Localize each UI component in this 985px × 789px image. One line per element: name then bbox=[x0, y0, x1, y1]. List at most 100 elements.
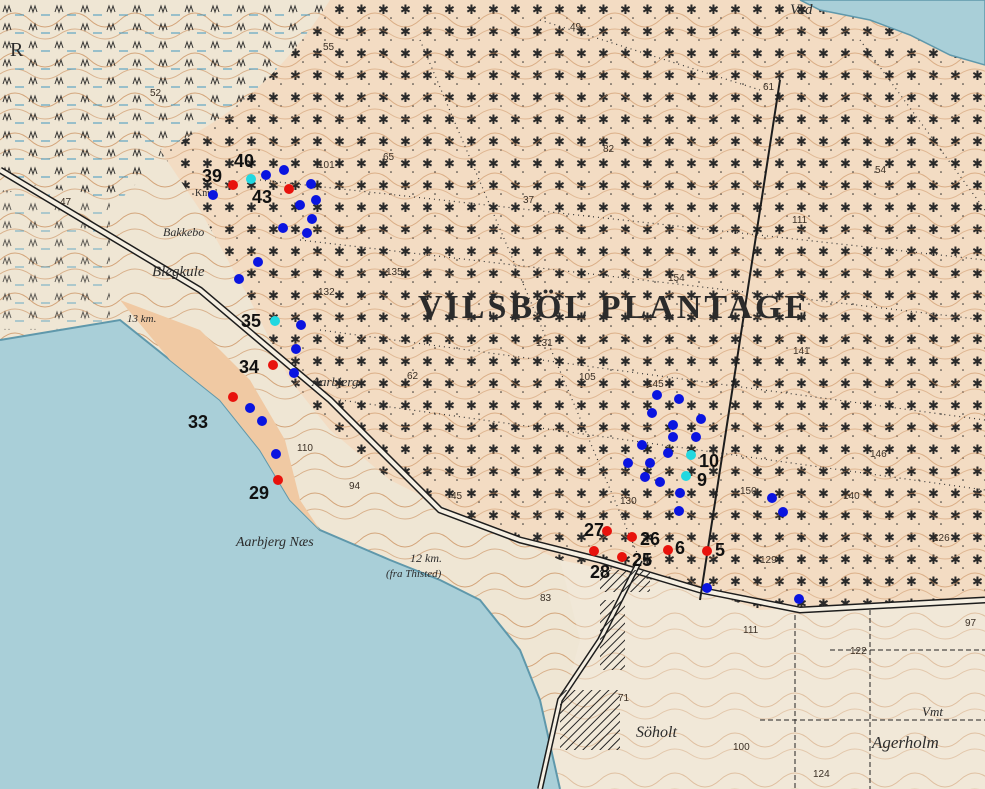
elevation-label: 130 bbox=[620, 496, 637, 507]
sample-point-blue[interactable] bbox=[306, 179, 316, 189]
elevation-label: 150 bbox=[740, 486, 757, 497]
point-label-25: 25 bbox=[632, 550, 652, 570]
label-vad: Vad bbox=[790, 2, 813, 18]
sample-point-blue[interactable] bbox=[691, 432, 701, 442]
sample-point-cyan[interactable] bbox=[686, 450, 696, 460]
elevation-label: 94 bbox=[349, 481, 361, 492]
elevation-label: 55 bbox=[323, 42, 335, 53]
sample-point-blue[interactable] bbox=[702, 583, 712, 593]
sample-point-blue[interactable] bbox=[675, 488, 685, 498]
point-label-43: 43 bbox=[252, 187, 272, 207]
elevation-label: 45 bbox=[451, 491, 463, 502]
elevation-label: 145 bbox=[647, 379, 664, 390]
sample-point-red[interactable] bbox=[273, 475, 283, 485]
sample-point-cyan[interactable] bbox=[270, 316, 280, 326]
sample-point-blue[interactable] bbox=[794, 594, 804, 604]
sample-point-red[interactable] bbox=[627, 532, 637, 542]
sample-point-blue[interactable] bbox=[652, 390, 662, 400]
marsh-area-west bbox=[0, 190, 110, 330]
sample-point-red[interactable] bbox=[663, 545, 673, 555]
label-fra-thisted: (fra Thisted) bbox=[386, 568, 442, 580]
elevation-label: 141 bbox=[793, 346, 810, 357]
label-agerholm: Agerholm bbox=[871, 733, 939, 752]
sample-point-blue[interactable] bbox=[778, 507, 788, 517]
elevation-label: 97 bbox=[965, 618, 977, 629]
elevation-label: 110 bbox=[297, 443, 313, 454]
sample-point-blue[interactable] bbox=[278, 223, 288, 233]
sample-point-blue[interactable] bbox=[645, 458, 655, 468]
sample-point-red[interactable] bbox=[589, 546, 599, 556]
sample-point-blue[interactable] bbox=[234, 274, 244, 284]
sample-point-blue[interactable] bbox=[208, 190, 218, 200]
point-label-29: 29 bbox=[249, 483, 269, 503]
sample-point-red[interactable] bbox=[268, 360, 278, 370]
elevation-label: 124 bbox=[813, 769, 830, 780]
elevation-label: 140 bbox=[843, 491, 860, 502]
elevation-label: 49 bbox=[570, 22, 582, 33]
village-block-road bbox=[600, 600, 625, 670]
label-vmt: Vmt bbox=[922, 704, 943, 719]
sample-point-blue[interactable] bbox=[302, 228, 312, 238]
elevation-label: 101 bbox=[318, 160, 335, 171]
point-label-34: 34 bbox=[239, 357, 259, 377]
sample-point-blue[interactable] bbox=[637, 440, 647, 450]
point-label-33: 33 bbox=[188, 412, 208, 432]
sample-point-blue[interactable] bbox=[640, 472, 650, 482]
elevation-label: 135 bbox=[386, 267, 403, 278]
elevation-label: 146 bbox=[870, 449, 887, 460]
sample-point-blue[interactable] bbox=[295, 200, 305, 210]
label-vilsbol-plantage: VILSBÖL PLANTAGE bbox=[418, 289, 810, 326]
sample-point-blue[interactable] bbox=[668, 432, 678, 442]
point-label-10: 10 bbox=[699, 451, 719, 471]
sample-point-blue[interactable] bbox=[296, 320, 306, 330]
sample-point-cyan[interactable] bbox=[246, 174, 256, 184]
elevation-label: 37 bbox=[523, 195, 535, 206]
sample-point-blue[interactable] bbox=[668, 420, 678, 430]
sample-point-red[interactable] bbox=[702, 546, 712, 556]
sample-point-blue[interactable] bbox=[307, 214, 317, 224]
sample-point-blue[interactable] bbox=[663, 448, 673, 458]
sample-point-blue[interactable] bbox=[289, 368, 299, 378]
sample-point-blue[interactable] bbox=[767, 493, 777, 503]
elevation-label: 111 bbox=[743, 625, 759, 636]
sample-point-blue[interactable] bbox=[696, 414, 706, 424]
elevation-label: 122 bbox=[850, 646, 867, 657]
label-blegkule: Blegkule bbox=[152, 264, 205, 280]
point-label-27: 27 bbox=[584, 520, 604, 540]
sample-point-blue[interactable] bbox=[253, 257, 263, 267]
sample-point-blue[interactable] bbox=[291, 344, 301, 354]
elevation-label: 54 bbox=[875, 165, 887, 176]
elevation-label: 111 bbox=[792, 215, 808, 226]
label-13km: 13 km. bbox=[127, 313, 156, 325]
elevation-label: 131 bbox=[536, 338, 553, 349]
sample-point-blue[interactable] bbox=[674, 394, 684, 404]
sample-point-red[interactable] bbox=[228, 392, 238, 402]
sample-point-blue[interactable] bbox=[623, 458, 633, 468]
sample-point-red[interactable] bbox=[228, 180, 238, 190]
sample-point-red[interactable] bbox=[617, 552, 627, 562]
sample-point-blue[interactable] bbox=[271, 449, 281, 459]
sample-point-blue[interactable] bbox=[647, 408, 657, 418]
sample-point-blue[interactable] bbox=[655, 477, 665, 487]
point-label-26: 26 bbox=[640, 529, 660, 549]
label-aarbjerg-naes: Aarbjerg Næs bbox=[235, 535, 314, 550]
sample-point-blue[interactable] bbox=[257, 416, 267, 426]
sample-point-blue[interactable] bbox=[674, 506, 684, 516]
label-bakkebo: Bakkebo bbox=[163, 225, 204, 239]
point-label-35: 35 bbox=[241, 311, 261, 331]
label-aarbjerg: Aarbjerg bbox=[311, 374, 359, 389]
elevation-label: 132 bbox=[318, 287, 335, 298]
elevation-label: 52 bbox=[150, 88, 162, 99]
point-label-40: 40 bbox=[234, 151, 254, 171]
sample-point-blue[interactable] bbox=[261, 170, 271, 180]
point-label-6: 6 bbox=[675, 538, 685, 558]
sample-point-red[interactable] bbox=[284, 184, 294, 194]
sample-point-blue[interactable] bbox=[311, 195, 321, 205]
elevation-label: 61 bbox=[763, 82, 775, 93]
elevation-label: 105 bbox=[579, 372, 596, 383]
sample-point-blue[interactable] bbox=[279, 165, 289, 175]
sample-point-cyan[interactable] bbox=[681, 471, 691, 481]
sample-point-blue[interactable] bbox=[245, 403, 255, 413]
point-label-28: 28 bbox=[590, 562, 610, 582]
point-label-9: 9 bbox=[697, 470, 707, 490]
